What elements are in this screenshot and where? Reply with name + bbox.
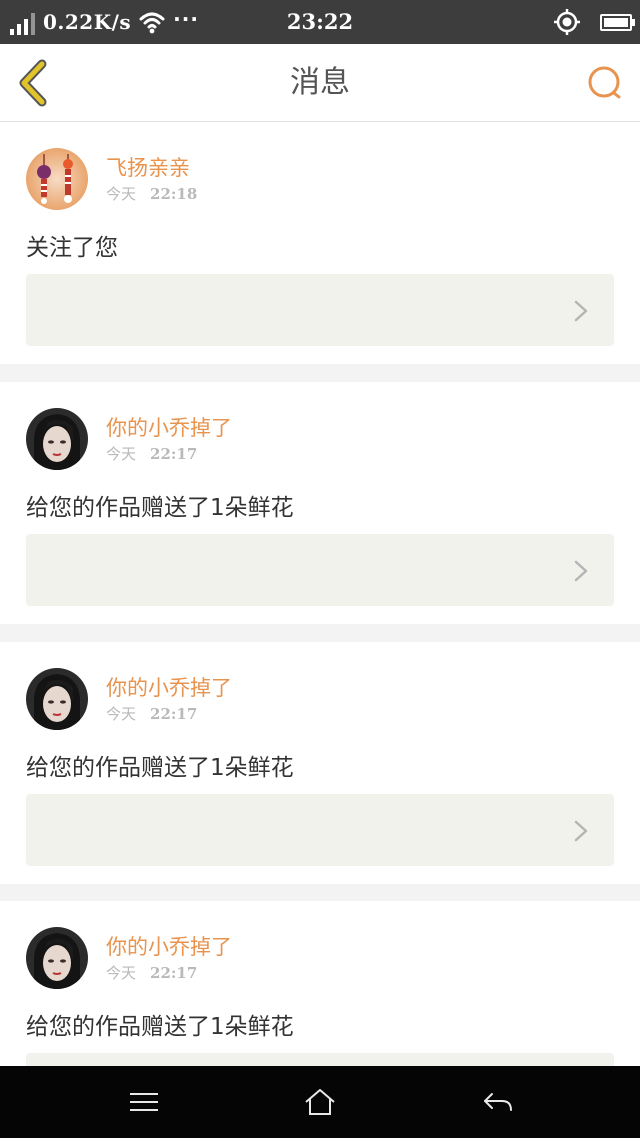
back-arrow-icon[interactable]: [480, 1086, 516, 1118]
avatar[interactable]: [26, 148, 88, 210]
timestamp: 今天 22:17: [106, 703, 197, 724]
timestamp-day: 今天: [106, 705, 137, 723]
timestamp: 今天 22:17: [106, 443, 197, 464]
timestamp-time: 22:18: [150, 185, 198, 203]
username[interactable]: 飞扬亲亲: [106, 152, 190, 182]
timestamp: 今天 22:18: [106, 183, 197, 204]
avatar[interactable]: [26, 408, 88, 470]
header: 消息: [0, 44, 640, 122]
location-icon: [554, 9, 580, 35]
message-card: 你的小乔掉了 今天 22:17 给您的作品赠送了1朵鲜花: [0, 382, 640, 624]
avatar[interactable]: [26, 668, 88, 730]
message-text: 给您的作品赠送了1朵鲜花: [26, 1014, 294, 1040]
chevron-right-icon: [574, 300, 588, 322]
username[interactable]: 你的小乔掉了: [106, 931, 232, 961]
timestamp-time: 22:17: [150, 705, 198, 723]
back-button[interactable]: [14, 58, 54, 108]
timestamp: 今天 22:17: [106, 962, 197, 983]
menu-icon[interactable]: [126, 1086, 162, 1118]
search-button[interactable]: [586, 64, 624, 102]
work-link[interactable]: [26, 794, 614, 866]
avatar-decorations-image: [26, 148, 88, 210]
message-card: 飞扬亲亲 今天 22:18 关注了您: [0, 122, 640, 364]
chevron-right-icon: [574, 560, 588, 582]
message-text: 关注了您: [26, 235, 118, 261]
message-text: 给您的作品赠送了1朵鲜花: [26, 755, 294, 781]
navigation-bar: [0, 1066, 640, 1138]
battery-icon: [600, 13, 635, 31]
timestamp-time: 22:17: [150, 964, 198, 982]
page-title: 消息: [290, 65, 350, 100]
work-link[interactable]: [26, 1053, 614, 1066]
avatar-portrait-image: [26, 668, 88, 730]
username[interactable]: 你的小乔掉了: [106, 672, 232, 702]
status-time: 23:22: [286, 9, 354, 34]
status-right: [554, 0, 635, 44]
home-icon[interactable]: [302, 1086, 338, 1118]
avatar-portrait-image: [26, 408, 88, 470]
avatar[interactable]: [26, 927, 88, 989]
message-card: 你的小乔掉了 今天 22:17 给您的作品赠送了1朵鲜花: [0, 901, 640, 1066]
timestamp-day: 今天: [106, 185, 137, 203]
status-bar: 0.22K/s ··· 23:22: [0, 0, 640, 44]
timestamp-day: 今天: [106, 445, 137, 463]
timestamp-time: 22:17: [150, 445, 198, 463]
timestamp-day: 今天: [106, 964, 137, 982]
username[interactable]: 你的小乔掉了: [106, 412, 232, 442]
avatar-portrait-image: [26, 927, 88, 989]
work-link[interactable]: [26, 274, 614, 346]
chevron-right-icon: [574, 820, 588, 842]
message-card: 你的小乔掉了 今天 22:17 给您的作品赠送了1朵鲜花: [0, 642, 640, 884]
work-link[interactable]: [26, 534, 614, 606]
message-text: 给您的作品赠送了1朵鲜花: [26, 495, 294, 521]
